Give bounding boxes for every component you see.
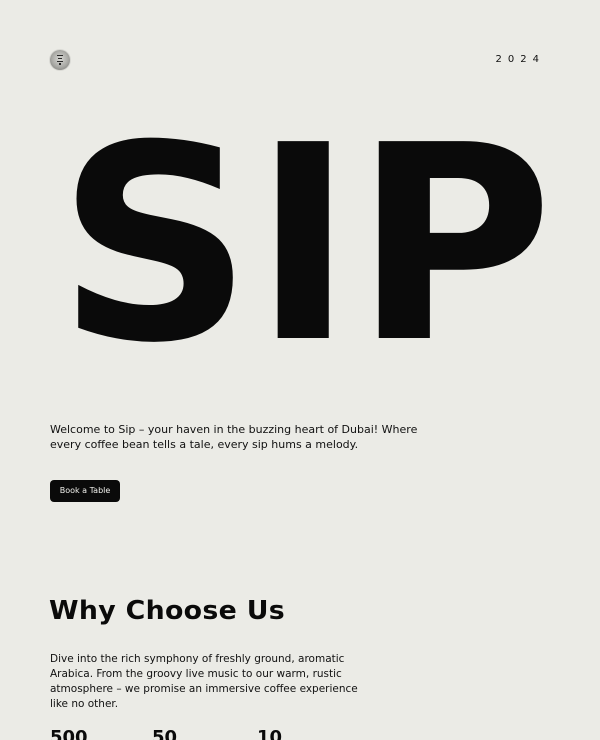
book-table-button[interactable]: Book a Table [50, 480, 120, 502]
why-choose-us-text: Dive into the rich symphony of freshly g… [50, 653, 358, 710]
wordmark-svg: SIP [57, 120, 553, 350]
landing-page: 2024 SIP Welcome to Sip – your haven in … [0, 0, 600, 740]
stat-value: 10 [257, 727, 283, 740]
why-choose-us-heading: Why Choose Us [49, 596, 286, 626]
wordmark-text: SIP [57, 120, 553, 350]
stats-row: 500 50 10 [50, 728, 350, 740]
hero-wordmark: SIP [50, 120, 560, 350]
stat-value: 50 [152, 727, 178, 740]
stat-value: 500 [50, 727, 88, 740]
cafe-logo-icon[interactable] [50, 50, 70, 70]
logo-glyph [56, 54, 64, 66]
year-label: 2024 [495, 54, 545, 65]
intro-text: Welcome to Sip – your haven in the buzzi… [50, 423, 418, 451]
